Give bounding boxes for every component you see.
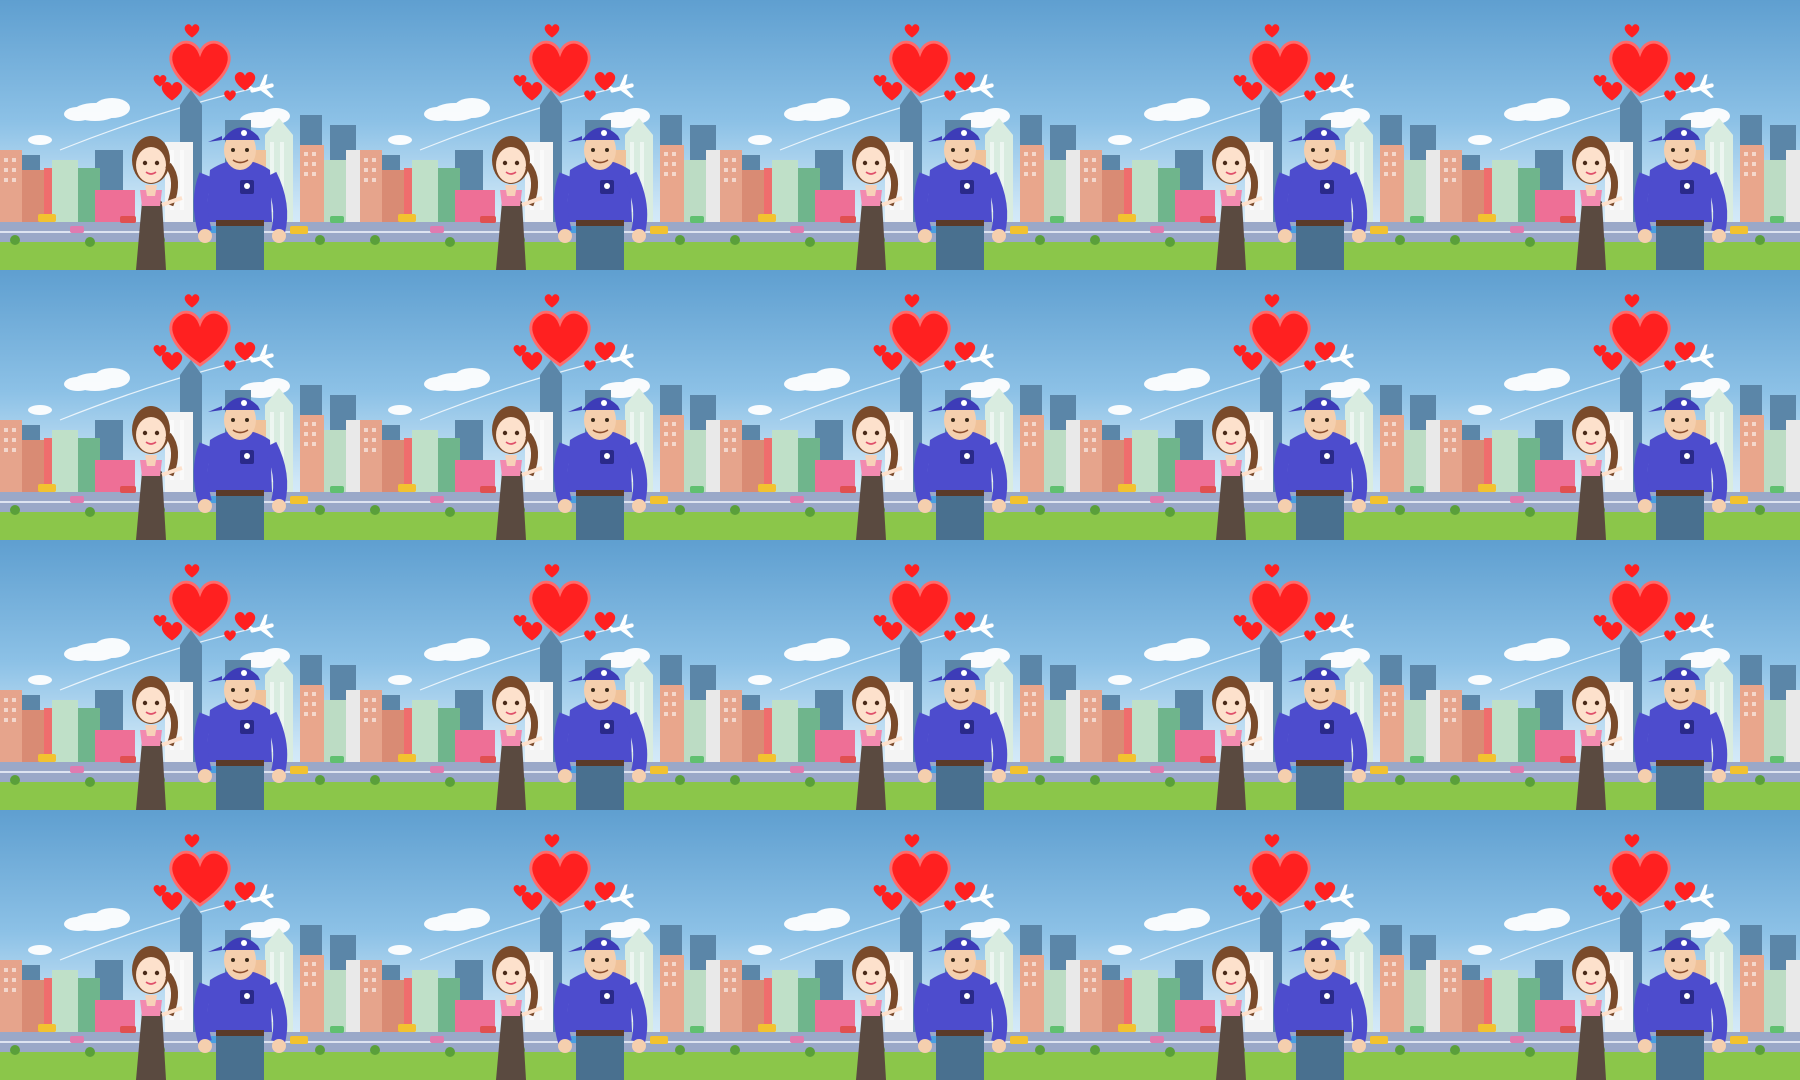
grass (720, 512, 1080, 540)
wallpaper-tile-r3-c1 (0, 540, 360, 810)
wallpaper-tile-r2-c4 (1080, 270, 1440, 540)
city-love-scene (1080, 24, 1440, 270)
city-love-scene (360, 294, 720, 540)
grass (1440, 782, 1800, 810)
grass (0, 242, 360, 270)
city-love-scene (720, 294, 1080, 540)
grass (360, 1052, 720, 1080)
wallpaper-tile-r1-c4 (1080, 0, 1440, 270)
city-love-scene (720, 24, 1080, 270)
wallpaper-tile-r3-c3 (720, 540, 1080, 810)
wallpaper-tile-r1-c2 (360, 0, 720, 270)
city-love-scene (1440, 294, 1800, 540)
wallpaper-tile-r1-c5 (1440, 0, 1800, 270)
grass (720, 1052, 1080, 1080)
grass (1440, 1052, 1800, 1080)
city-love-scene (720, 834, 1080, 1080)
city-love-scene (1440, 24, 1800, 270)
grass (0, 1052, 360, 1080)
grass (360, 242, 720, 270)
wallpaper-tile-r4-c2 (360, 810, 720, 1080)
grass (1440, 242, 1800, 270)
city-love-scene (360, 564, 720, 810)
city-love-scene (1440, 564, 1800, 810)
wallpaper-grid (0, 0, 1800, 1080)
wallpaper-tile-r2-c3 (720, 270, 1080, 540)
grass (1440, 512, 1800, 540)
wallpaper-tile-r4-c1 (0, 810, 360, 1080)
city-love-scene (360, 834, 720, 1080)
wallpaper-tile-r1-c1 (0, 0, 360, 270)
city-love-scene (1080, 294, 1440, 540)
city-love-scene (1080, 564, 1440, 810)
grass (720, 242, 1080, 270)
wallpaper-tile-r1-c3 (720, 0, 1080, 270)
city-love-scene (0, 564, 360, 810)
city-love-scene (0, 834, 360, 1080)
wallpaper-tile-r4-c3 (720, 810, 1080, 1080)
wallpaper-tile-r4-c4 (1080, 810, 1440, 1080)
grass (1080, 242, 1440, 270)
grass (0, 782, 360, 810)
city-love-scene (0, 294, 360, 540)
grass (1080, 1052, 1440, 1080)
grass (0, 512, 360, 540)
city-love-scene (0, 24, 360, 270)
city-love-scene (1080, 834, 1440, 1080)
grass (1080, 782, 1440, 810)
city-love-scene (1440, 834, 1800, 1080)
grass (360, 782, 720, 810)
wallpaper-tile-r2-c2 (360, 270, 720, 540)
grass (1080, 512, 1440, 540)
city-love-scene (720, 564, 1080, 810)
wallpaper-tile-r3-c5 (1440, 540, 1800, 810)
wallpaper-tile-r2-c1 (0, 270, 360, 540)
city-love-scene (360, 24, 720, 270)
wallpaper-tile-r4-c5 (1440, 810, 1800, 1080)
grass (360, 512, 720, 540)
wallpaper-tile-r3-c4 (1080, 540, 1440, 810)
wallpaper-tile-r3-c2 (360, 540, 720, 810)
grass (720, 782, 1080, 810)
wallpaper-tile-r2-c5 (1440, 270, 1800, 540)
